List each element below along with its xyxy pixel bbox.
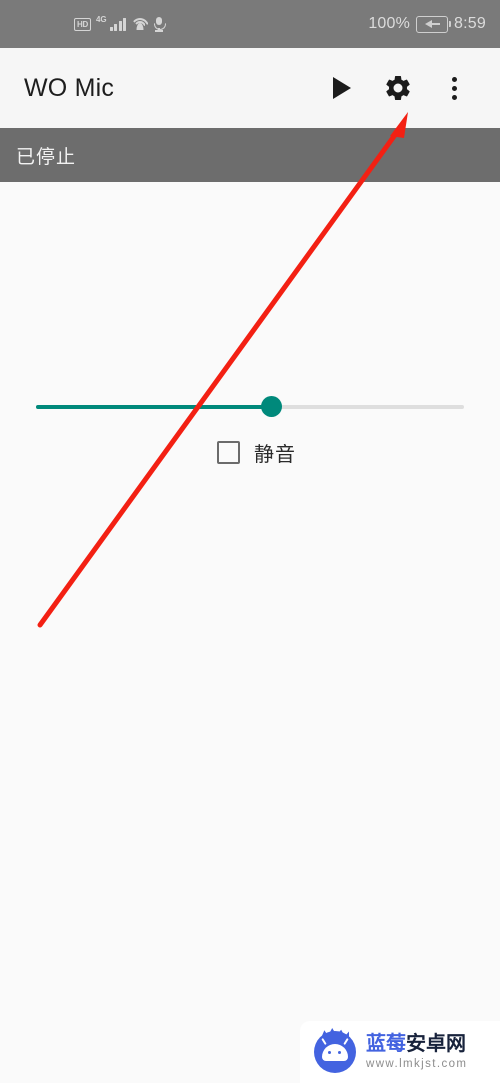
phone-screen: HD 4G 100% 8:59 WO Mic 已停止 静音 蓝莓安卓网 www.… [0,0,500,1083]
watermark-name-part2: 安卓网 [406,1032,466,1055]
more-vertical-icon [451,76,457,100]
main-content: 静音 [0,182,500,1083]
battery-icon [416,15,452,33]
clock-label: 8:59 [454,15,486,32]
status-bar-right-icons: 100% 8:59 [368,15,486,33]
wifi-icon [129,17,150,31]
gear-icon [386,75,410,100]
mute-checkbox[interactable] [217,441,240,464]
hd-icon: HD [74,17,91,31]
battery-percent-label: 100% [368,15,411,32]
microphone-icon [153,16,167,32]
app-bar: WO Mic [0,48,500,128]
volume-slider[interactable] [36,394,464,420]
mute-checkbox-row[interactable]: 静音 [217,438,296,467]
system-status-bar: HD 4G 100% 8:59 [0,0,500,48]
blueberry-android-logo-icon [314,1028,356,1073]
app-bar-actions [314,60,482,116]
overflow-menu-button[interactable] [426,60,482,116]
mute-checkbox-label: 静音 [254,444,296,466]
watermark-url: www.lmkjst.com [366,1057,468,1070]
watermark-name-part1: 蓝莓 [366,1032,406,1055]
slider-active-track [36,405,272,409]
play-icon [333,77,351,99]
watermark-text: 蓝莓安卓网 www.lmkjst.com [366,1034,467,1071]
slider-thumb[interactable] [261,396,283,417]
signal-bars-icon [109,17,127,31]
status-bar-left-icons: HD 4G [74,14,167,32]
settings-button[interactable] [370,60,426,116]
4g-icon: 4G [95,14,107,24]
page-title: WO Mic [24,73,115,102]
status-badge: 已停止 [16,146,77,168]
play-button[interactable] [314,60,370,116]
watermark-site-name: 蓝莓安卓网 [366,1034,467,1054]
site-watermark: 蓝莓安卓网 www.lmkjst.com [300,1021,500,1083]
connection-status-banner: 已停止 [0,128,500,182]
